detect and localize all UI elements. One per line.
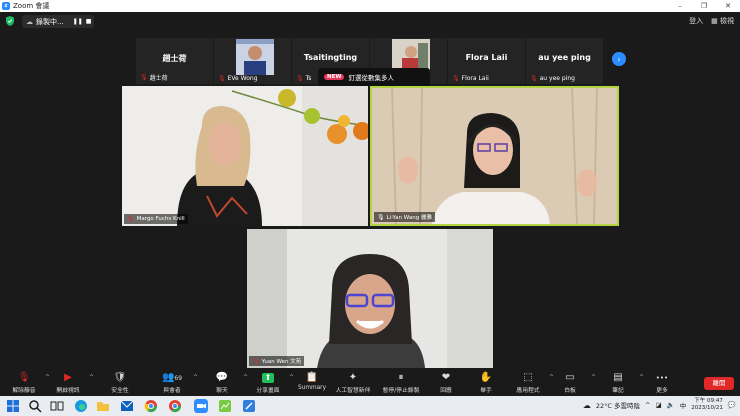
pen-app-icon[interactable]: [242, 399, 256, 413]
active-speaker-video-tile[interactable]: 🎙 Li-Yan Wang 麗雅: [370, 86, 619, 226]
participant-label-text: Ts: [305, 75, 312, 82]
mic-muted-icon: 🎙: [127, 215, 135, 223]
mic-muted-icon: 🎙: [140, 74, 148, 81]
participant-label: 🎙 EVe Wong: [218, 75, 258, 82]
search-icon[interactable]: [28, 399, 42, 413]
task-view-icon[interactable]: [50, 399, 64, 413]
toolbar-label: 更多: [656, 388, 668, 394]
pin-multiple-banner[interactable]: NEW 釘選從數集多人: [318, 68, 430, 86]
more-button[interactable]: ••• 更多: [632, 372, 692, 396]
chrome-icon[interactable]: [144, 399, 158, 413]
more-dots-icon: •••: [655, 374, 669, 382]
video-feed: [122, 86, 368, 226]
stop-recording-icon[interactable]: ■: [86, 18, 92, 25]
system-tray: ☁ 22°C 多雲時陰 ^ ◪ 🔈 中 下午 09:47 2023/10/21 …: [583, 398, 736, 412]
participant-name: au yee ping: [538, 53, 591, 62]
share-screen-glyph: ⬆: [262, 373, 274, 383]
video-feed: [372, 88, 617, 224]
leave-meeting-button[interactable]: 離開: [704, 377, 734, 390]
participant-name: 趙士荷: [162, 54, 187, 63]
toolbar-label: 開啟視訊: [56, 388, 80, 394]
recording-label: 錄製中...: [36, 17, 64, 26]
video-feed: [247, 229, 493, 368]
toolbar-label: 安全性: [111, 388, 129, 394]
participant-tile[interactable]: Flora Laii 🎙 Flora Laii: [448, 38, 525, 84]
signin-link[interactable]: 登入: [689, 16, 703, 26]
mic-muted-icon: 🎙: [218, 75, 226, 82]
new-badge: NEW: [324, 74, 345, 80]
video-name-label: 🎙 Margo Fuchs Knill: [124, 214, 188, 224]
volume-icon[interactable]: 🔈: [667, 401, 675, 409]
participant-label: 🎙 au yee ping: [530, 75, 575, 82]
window-title: Zoom 會議: [13, 2, 50, 10]
participant-name: Flora Laii: [465, 53, 508, 62]
weather-icon: ☁: [582, 400, 591, 410]
participant-tile[interactable]: 🎙 EVe Wong: [214, 38, 291, 84]
participant-label-text: EVe Wong: [227, 75, 258, 82]
participant-label: 🎙 趙士荷: [140, 73, 168, 82]
mic-muted-icon: 🎙: [452, 75, 460, 82]
cloud-recording-icon: ☁: [26, 17, 33, 26]
os-taskbar: ☁ 22°C 多雲時陰 ^ ◪ 🔈 中 下午 09:47 2023/10/21 …: [0, 396, 740, 416]
next-page-button[interactable]: ›: [612, 52, 626, 66]
video-tile[interactable]: 🎙 Yuan Wen 文苑: [247, 229, 493, 368]
video-name-text: Li-Yan Wang 麗雅: [386, 215, 432, 221]
video-name-label: 🎙 Li-Yan Wang 麗雅: [374, 212, 435, 222]
weather-text[interactable]: 22°C 多雲時陰: [596, 400, 640, 410]
windows-start-icon[interactable]: [6, 399, 20, 413]
notification-icon[interactable]: 💬: [728, 401, 736, 409]
participants-count: 69: [174, 375, 183, 382]
mic-muted-icon: 🎙: [252, 357, 260, 365]
participant-tile[interactable]: 趙士荷 🎙 趙士荷: [136, 38, 213, 84]
recording-indicator: ☁ 錄製中... ❚❚ ■: [22, 15, 94, 28]
topbar-right: 登入 ▦ 檢視: [689, 16, 734, 26]
participants-icon-glyph: 👥: [161, 372, 175, 383]
zoom-logo-icon: z: [2, 2, 10, 10]
chevron-right-icon: ›: [617, 54, 621, 64]
view-label: 檢視: [720, 17, 734, 25]
participant-label-text: au yee ping: [539, 75, 575, 82]
participant-tile[interactable]: au yee ping 🎙 au yee ping: [526, 38, 603, 84]
video-tile[interactable]: 🎙 Margo Fuchs Knill: [122, 86, 368, 226]
window-titlebar: z Zoom 會議 – ❐ ✕: [0, 0, 740, 12]
view-button[interactable]: ▦ 檢視: [711, 16, 734, 26]
start-video-button[interactable]: ▶ 開啟視訊 ^: [38, 372, 98, 396]
maximize-button[interactable]: ❐: [692, 0, 716, 12]
meeting-topbar: ☁ 錄製中... ❚❚ ■ 登入 ▦ 檢視: [0, 12, 740, 30]
participant-label-text: 趙士荷: [149, 75, 168, 82]
ime-indicator[interactable]: 中: [680, 400, 687, 410]
grid-view-icon: ▦: [711, 17, 718, 25]
clock-time: 下午 09:47: [694, 398, 723, 404]
video-name-text: Margo Fuchs Knill: [136, 216, 185, 222]
participant-label: 🎙 Ts: [296, 75, 311, 82]
mic-muted-icon: 🎙: [296, 75, 304, 82]
clock-date: 2023/10/21: [691, 405, 723, 411]
video-name-label: 🎙 Yuan Wen 文苑: [249, 356, 305, 366]
mic-on-icon: 🎙: [377, 213, 385, 221]
meeting-toolbar: 🎙 解除靜音 ^ ▶ 開啟視訊 ^ 🛡 安全性 👥69 與會者 ^ 💬 聊天 ^…: [0, 368, 740, 396]
chrome-profile-icon[interactable]: [168, 399, 182, 413]
mail-icon[interactable]: [120, 399, 134, 413]
tray-chevron-up-icon[interactable]: ^: [645, 401, 650, 409]
video-name-text: Yuan Wen 文苑: [261, 359, 302, 365]
close-window-button[interactable]: ✕: [716, 0, 740, 12]
zoom-app-icon[interactable]: [194, 399, 208, 413]
security-button[interactable]: 🛡 安全性: [90, 372, 150, 396]
participant-label-text: Flora Laii: [461, 75, 489, 82]
security-shield-icon: 🛡: [113, 372, 127, 383]
mic-muted-icon: 🎙: [530, 75, 538, 82]
explorer-folder-icon[interactable]: [96, 399, 110, 413]
pause-recording-icon[interactable]: ❚❚: [73, 18, 83, 25]
encryption-shield-icon[interactable]: [6, 16, 14, 26]
minimize-button[interactable]: –: [668, 0, 692, 12]
participant-photo: [236, 39, 274, 75]
network-icon[interactable]: ◪: [655, 401, 661, 409]
edge-browser-icon[interactable]: [74, 399, 88, 413]
window-controls: – ❐ ✕: [668, 0, 740, 12]
banner-text: 釘選從數集多人: [348, 74, 394, 82]
clock[interactable]: 下午 09:47 2023/10/21: [691, 398, 723, 412]
participant-label: 🎙 Flora Laii: [452, 75, 489, 82]
participant-name: Tsaitingting: [303, 53, 358, 62]
photos-icon[interactable]: [218, 399, 232, 413]
